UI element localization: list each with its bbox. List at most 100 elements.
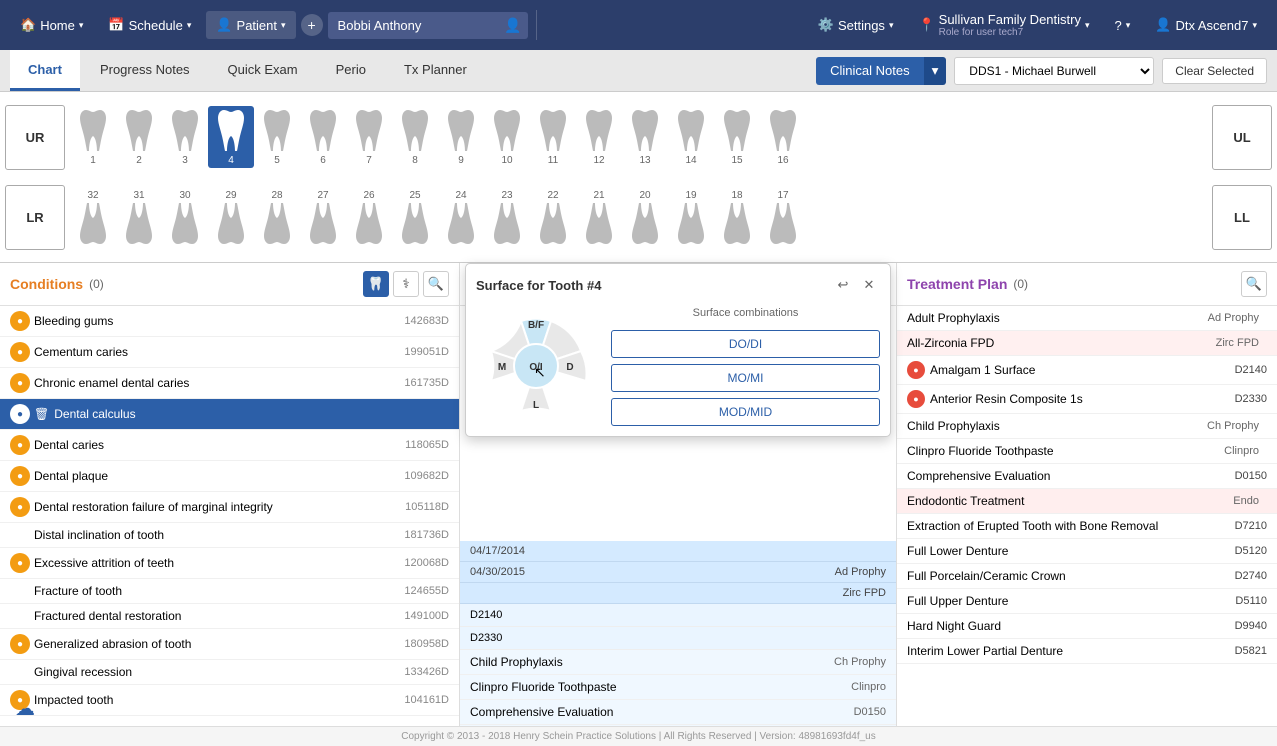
tooth-9[interactable]: 9 [438,106,484,168]
tab-quick-exam[interactable]: Quick Exam [210,50,316,91]
treatment-item[interactable]: All-Zirconia FPDZirc FPD [897,331,1277,356]
nav-patient[interactable]: 👤 Patient ▾ [206,11,295,39]
tooth-8[interactable]: 8 [392,106,438,168]
clinical-notes-dropdown-button[interactable]: ▾ [924,57,947,85]
treatment-item[interactable]: Child ProphylaxisCh Prophy [897,414,1277,439]
combo-mo-mi-button[interactable]: MO/MI [611,364,880,392]
combo-mod-mid-button[interactable]: MOD/MID [611,398,880,426]
tooth-29[interactable]: 29 [208,186,254,248]
condition-item[interactable]: ●Chronic enamel dental caries161735D [0,368,459,399]
popup-close-button[interactable]: ✕ [858,274,880,296]
tooth-14[interactable]: 14 [668,106,714,168]
clinical-notes-button[interactable]: Clinical Notes [816,57,923,85]
tooth-17[interactable]: 17 [760,186,806,248]
location-icon: 📍 [918,17,934,33]
tooth-31[interactable]: 31 [116,186,162,248]
tab-perio[interactable]: Perio [318,50,384,91]
tooth-2[interactable]: 2 [116,106,162,168]
search-treatment-button[interactable]: 🔍 [1241,271,1267,297]
clear-selected-button[interactable]: Clear Selected [1162,58,1267,84]
condition-item[interactable]: ●Cementum caries199051D [0,337,459,368]
tooth-13[interactable]: 13 [622,106,668,168]
treatment-item[interactable]: ●Anterior Resin Composite 1sD2330 [897,385,1277,414]
condition-icon: ● [10,634,30,654]
tooth-23[interactable]: 23 [484,186,530,248]
condition-item[interactable]: ●Excessive attrition of teeth120068D [0,548,459,579]
tooth-6[interactable]: 6 [300,106,346,168]
condition-item[interactable]: Gingival recession133426D [0,660,459,685]
tooth-30[interactable]: 30 [162,186,208,248]
condition-item[interactable]: Distal inclination of tooth181736D [0,523,459,548]
tooth-1[interactable]: 1 [70,106,116,168]
treatment-item-name: Full Lower Denture [907,544,1235,558]
tab-right-section: Clinical Notes ▾ DDS1 - Michael Burwell … [816,50,1267,91]
treatment-item[interactable]: Endodontic TreatmentEndo [897,489,1277,514]
treatment-item[interactable]: ●Amalgam 1 SurfaceD2140 [897,356,1277,385]
treatment-item[interactable]: Full Porcelain/Ceramic CrownD2740 [897,564,1277,589]
nav-location[interactable]: 📍 Sullivan Family Dentistry Role for use… [908,6,1099,44]
tooth-18[interactable]: 18 [714,186,760,248]
condition-item[interactable]: ●Generalized abrasion of tooth180958D [0,629,459,660]
treatment-item[interactable]: Clinpro Fluoride ToothpasteClinpro [897,439,1277,464]
tooth-25[interactable]: 25 [392,186,438,248]
nav-schedule[interactable]: 📅 Schedule ▾ [98,11,201,39]
condition-item[interactable]: ●Dental restoration failure of marginal … [0,492,459,523]
condition-item[interactable]: Fractured dental restoration149100D [0,604,459,629]
condition-name: Dental restoration failure of marginal i… [34,500,405,514]
tooth-7[interactable]: 7 [346,106,392,168]
popup-reset-button[interactable]: ↩ [832,274,854,296]
tooth-26[interactable]: 26 [346,186,392,248]
treatment-item[interactable]: Hard Night GuardD9940 [897,614,1277,639]
tooth-20[interactable]: 20 [622,186,668,248]
add-button[interactable]: + [301,14,323,36]
treatment-item[interactable]: Adult ProphylaxisAd Prophy [897,306,1277,331]
treatment-item-code: D2140 [1235,364,1267,376]
condition-item[interactable]: ●🗑Dental calculus [0,399,459,430]
tab-progress-notes[interactable]: Progress Notes [82,50,208,91]
tooth-3[interactable]: 3 [162,106,208,168]
condition-item[interactable]: ●Impacted tooth104161D [0,685,459,716]
delete-condition-icon[interactable]: 🗑 [34,407,49,421]
tooth-24[interactable]: 24 [438,186,484,248]
tab-chart[interactable]: Chart [10,50,80,91]
provider-select[interactable]: DDS1 - Michael Burwell [954,57,1154,85]
tooth-15[interactable]: 15 [714,106,760,168]
tooth-16[interactable]: 16 [760,106,806,168]
tooth-10[interactable]: 10 [484,106,530,168]
condition-item[interactable]: ●Dental plaque109682D [0,461,459,492]
tooth-5[interactable]: 5 [254,106,300,168]
condition-item[interactable]: ●Bleeding gums142683D [0,306,459,337]
tooth-view-button[interactable]: 🦷 [363,271,389,297]
condition-item[interactable]: ●Dental caries118065D [0,430,459,461]
condition-name: Gingival recession [34,665,404,679]
nav-home[interactable]: 🏠 Home ▾ [10,11,93,39]
condition-name: Dental caries [34,438,405,452]
tooth-22[interactable]: 22 [530,186,576,248]
tooth-28[interactable]: 28 [254,186,300,248]
condition-item[interactable]: Fracture of tooth124655D [0,579,459,604]
nav-user[interactable]: 👤 Dtx Ascend7 ▾ [1145,11,1267,39]
tooth-4[interactable]: 4 [208,106,254,168]
tooth-21[interactable]: 21 [576,186,622,248]
combo-do-di-button[interactable]: DO/DI [611,330,880,358]
treatment-item[interactable]: Interim Lower Partial DentureD5821 [897,639,1277,664]
tooth-27[interactable]: 27 [300,186,346,248]
treatment-item[interactable]: Extraction of Erupted Tooth with Bone Re… [897,514,1277,539]
treatment-item[interactable]: Full Lower DentureD5120 [897,539,1277,564]
treatment-item[interactable]: Comprehensive EvaluationD0150 [897,464,1277,489]
tab-tx-planner[interactable]: Tx Planner [386,50,485,91]
tooth-32[interactable]: 32 [70,186,116,248]
treatment-item[interactable]: Full Upper DentureD5110 [897,589,1277,614]
search-conditions-button[interactable]: 🔍 [423,271,449,297]
tooth-19[interactable]: 19 [668,186,714,248]
nav-help[interactable]: ? ▾ [1105,12,1141,39]
tooth-num-12: 12 [593,155,604,166]
patient-search-input[interactable] [328,12,528,39]
condition-code: 124655D [404,585,449,597]
svg-text:M: M [498,362,506,373]
tooth-12[interactable]: 12 [576,106,622,168]
nav-settings[interactable]: ⚙️ Settings ▾ [808,11,904,39]
tooth-11[interactable]: 11 [530,106,576,168]
condition-name: Cementum caries [34,345,404,359]
perio-view-button[interactable]: ⚕ [393,271,419,297]
